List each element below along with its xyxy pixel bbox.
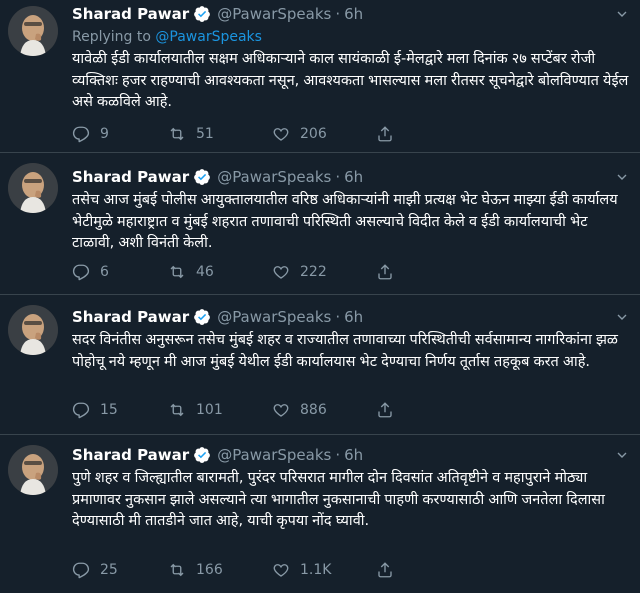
retweet-button[interactable]: 46	[168, 263, 272, 281]
like-count: 222	[300, 264, 327, 280]
reply-button[interactable]: 9	[72, 125, 168, 143]
tweet[interactable]: Sharad Pawar @PawarSpeaks · 6h तसेच आज म…	[0, 153, 640, 295]
share-button[interactable]	[376, 125, 416, 143]
tweet-text: सदर विनंतीस अनुसरून तसेच मुंबई शहर व राज…	[72, 332, 618, 370]
share-icon	[378, 402, 392, 418]
like-count: 1.1K	[300, 562, 332, 578]
reply-count: 9	[100, 126, 109, 142]
retweet-button[interactable]: 51	[168, 125, 272, 143]
reply-icon	[72, 126, 90, 143]
chevron-down-icon[interactable]	[614, 309, 630, 325]
author-handle[interactable]: @PawarSpeaks	[217, 5, 331, 23]
reply-icon	[72, 264, 90, 281]
verified-badge-icon	[194, 309, 211, 325]
avatar-photo	[8, 445, 58, 495]
retweet-icon	[170, 127, 184, 141]
separator-dot: ·	[335, 168, 341, 186]
chevron-down-icon[interactable]	[614, 169, 630, 185]
tweet[interactable]: Sharad Pawar @PawarSpeaks · 6h सदर विनंत…	[0, 295, 640, 435]
reply-count: 25	[100, 562, 118, 578]
separator-dot: ·	[335, 446, 341, 464]
timestamp[interactable]: 6h	[344, 308, 363, 326]
retweet-icon	[170, 265, 184, 279]
tweet-text: तसेच आज मुंबई पोलीस आयुक्तालयातील वरिष्ठ…	[72, 192, 618, 251]
avatar[interactable]	[8, 445, 58, 495]
replying-to: Replying to @PawarSpeaks	[72, 28, 630, 46]
replying-mention[interactable]: @PawarSpeaks	[155, 29, 262, 45]
share-button[interactable]	[376, 263, 416, 281]
avatar[interactable]	[8, 163, 58, 213]
reply-icon	[72, 562, 90, 579]
tweet-actions: 6 46 222	[72, 261, 416, 283]
retweet-count: 166	[196, 562, 223, 578]
retweet-icon	[170, 403, 184, 417]
reply-count: 15	[100, 402, 118, 418]
share-icon	[378, 562, 392, 578]
reply-count: 6	[100, 264, 109, 280]
like-count: 206	[300, 126, 327, 142]
avatar-photo	[8, 163, 58, 213]
like-button[interactable]: 206	[272, 125, 376, 143]
replying-prefix: Replying to	[72, 29, 151, 45]
author-name[interactable]: Sharad Pawar	[72, 168, 189, 186]
like-button[interactable]: 886	[272, 401, 376, 419]
verified-badge-icon	[194, 169, 211, 185]
tweet-actions: 15 101 886	[72, 399, 416, 421]
like-count: 886	[300, 402, 327, 418]
retweet-count: 51	[196, 126, 214, 142]
chevron-down-icon[interactable]	[614, 6, 630, 22]
tweet[interactable]: Sharad Pawar @PawarSpeaks · 6h Replying …	[0, 0, 640, 153]
tweet-actions: 25 166 1.1K	[72, 559, 416, 581]
timestamp[interactable]: 6h	[344, 5, 363, 23]
separator-dot: ·	[335, 5, 341, 23]
heart-icon	[273, 128, 289, 141]
author-handle[interactable]: @PawarSpeaks	[217, 168, 331, 186]
heart-icon	[273, 404, 289, 417]
heart-icon	[273, 266, 289, 279]
retweet-icon	[170, 563, 184, 577]
separator-dot: ·	[335, 308, 341, 326]
retweet-button[interactable]: 101	[168, 401, 272, 419]
verified-badge-icon	[194, 6, 211, 22]
retweet-count: 46	[196, 264, 214, 280]
avatar[interactable]	[8, 305, 58, 355]
tweet-actions: 9 51 206	[72, 123, 416, 145]
author-handle[interactable]: @PawarSpeaks	[217, 308, 331, 326]
timestamp[interactable]: 6h	[344, 446, 363, 464]
avatar[interactable]	[8, 6, 58, 56]
heart-icon	[273, 564, 289, 577]
share-icon	[378, 126, 392, 142]
share-icon	[378, 264, 392, 280]
share-button[interactable]	[376, 401, 416, 419]
author-name[interactable]: Sharad Pawar	[72, 5, 189, 23]
tweet[interactable]: Sharad Pawar @PawarSpeaks · 6h पुणे शहर …	[0, 435, 640, 593]
reply-icon	[72, 402, 90, 419]
tweet-text: यावेळी ईडी कार्यालयातील सक्षम अधिकाऱ्यान…	[72, 51, 629, 110]
reply-button[interactable]: 6	[72, 263, 168, 281]
chevron-down-icon[interactable]	[614, 447, 630, 463]
like-button[interactable]: 222	[272, 263, 376, 281]
reply-button[interactable]: 15	[72, 401, 168, 419]
avatar-photo	[8, 6, 58, 56]
reply-button[interactable]: 25	[72, 561, 168, 579]
author-handle[interactable]: @PawarSpeaks	[217, 446, 331, 464]
verified-badge-icon	[194, 447, 211, 463]
tweet-text: पुणे शहर व जिल्ह्यातील बारामती, पुरंदर प…	[72, 470, 605, 529]
timestamp[interactable]: 6h	[344, 168, 363, 186]
tweet-feed: Sharad Pawar @PawarSpeaks · 6h Replying …	[0, 0, 640, 593]
avatar-photo	[8, 305, 58, 355]
author-name[interactable]: Sharad Pawar	[72, 446, 189, 464]
author-name[interactable]: Sharad Pawar	[72, 308, 189, 326]
like-button[interactable]: 1.1K	[272, 561, 376, 579]
retweet-count: 101	[196, 402, 223, 418]
share-button[interactable]	[376, 561, 416, 579]
retweet-button[interactable]: 166	[168, 561, 272, 579]
